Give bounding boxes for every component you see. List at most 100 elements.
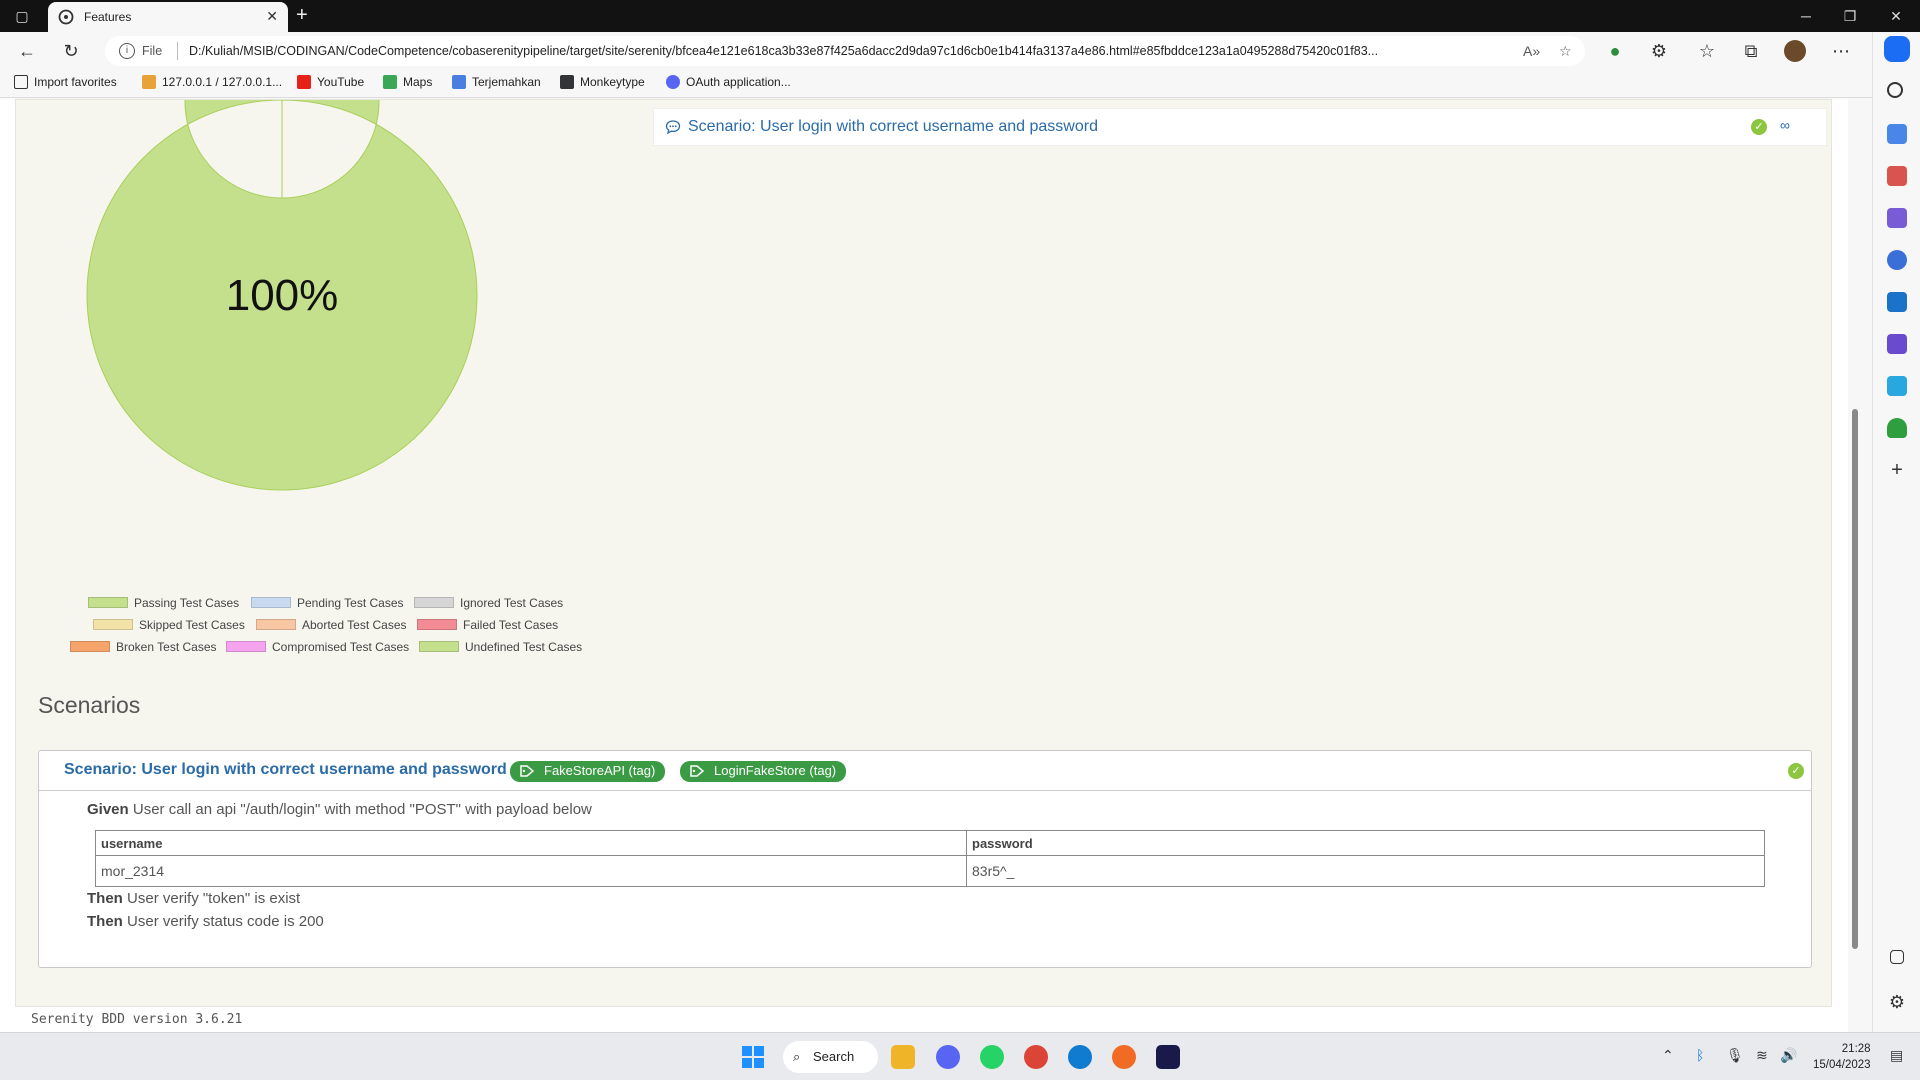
tag-icon	[690, 765, 704, 777]
bookmark-monkeytype[interactable]: Monkeytype	[560, 75, 645, 89]
page-scrollbar[interactable]	[1848, 99, 1862, 1032]
file-explorer-icon[interactable]	[891, 1045, 915, 1069]
settings-gear-icon[interactable]: ⚙	[1887, 992, 1907, 1012]
add-favorite-icon[interactable]: ☆	[1559, 43, 1572, 60]
scenario-list-item[interactable]: Scenario: User login with correct userna…	[653, 108, 1827, 146]
legend-swatch	[93, 619, 133, 630]
outlook-icon[interactable]	[1887, 292, 1907, 312]
pie-percent-label: 100%	[226, 271, 339, 320]
features-panel: Scenario: User login with correct userna…	[15, 99, 1832, 1007]
url-text[interactable]: D:/Kuliah/MSIB/CODINGAN/CodeCompetence/c…	[189, 44, 1514, 58]
legend-compromised: Compromised Test Cases	[226, 640, 409, 654]
wifi-icon[interactable]: ≋	[1756, 1047, 1768, 1064]
tree-icon[interactable]	[1887, 418, 1907, 438]
clock-time: 21:28	[1841, 1043, 1871, 1055]
bluetooth-icon[interactable]: ᛒ	[1696, 1047, 1704, 1063]
edge-sidebar: + ⚙	[1872, 32, 1920, 1032]
legend-undefined: Undefined Test Cases	[419, 640, 582, 654]
legend-ignored: Ignored Test Cases	[414, 596, 563, 610]
table-row: mor_2314 83r5^_	[95, 855, 1765, 887]
scenario-card-header[interactable]: Scenario: User login with correct userna…	[39, 751, 1811, 791]
link-icon[interactable]: ∞	[1780, 117, 1790, 133]
scenario-link[interactable]: Scenario: User login with correct userna…	[688, 118, 1098, 136]
intellij-icon[interactable]	[1156, 1045, 1180, 1069]
youtube-icon	[297, 75, 311, 89]
step-keyword: Then	[87, 890, 123, 907]
windows-logo-icon	[742, 1046, 764, 1068]
notifications-icon[interactable]: ▤	[1890, 1047, 1903, 1064]
extension-icon[interactable]: ●	[1604, 40, 1626, 62]
microsoft365-icon[interactable]	[1887, 250, 1907, 270]
shopping-icon[interactable]	[1887, 124, 1907, 144]
bookmark-oauth[interactable]: OAuth application...	[666, 75, 791, 89]
chrome-icon[interactable]	[1024, 1045, 1048, 1069]
url-scheme: File	[142, 44, 163, 58]
search-icon[interactable]	[1887, 82, 1903, 98]
bookmark-terjemahkan[interactable]: Terjemahkan	[452, 75, 541, 89]
legend-broken: Broken Test Cases	[70, 640, 217, 654]
refresh-icon[interactable]: ↻	[60, 40, 82, 62]
tag-icon	[520, 765, 534, 777]
info-icon[interactable]: i	[119, 43, 135, 59]
tab-actions-icon[interactable]: ▢	[10, 0, 34, 32]
start-windows-icon[interactable]	[741, 1045, 765, 1069]
edge-icon[interactable]	[1068, 1045, 1092, 1069]
bookmarks-bar: Import favorites 127.0.0.1 / 127.0.0.1..…	[0, 70, 1880, 98]
bookmark-phpmyadmin[interactable]: 127.0.0.1 / 127.0.0.1...	[142, 75, 282, 89]
import-icon	[14, 75, 28, 89]
profile-avatar[interactable]	[1784, 40, 1806, 62]
search-icon: ⌕	[793, 1049, 801, 1064]
volume-icon[interactable]: 🔊	[1780, 1047, 1797, 1064]
postman-icon[interactable]	[1112, 1045, 1136, 1069]
tab-title: Features	[84, 10, 132, 24]
bookmark-import-favorites[interactable]: Import favorites	[14, 75, 117, 89]
clock-date: 15/04/2023	[1813, 1059, 1871, 1071]
scenario-title[interactable]: Scenario: User login with correct userna…	[64, 761, 507, 779]
close-window-icon[interactable]: ✕	[1884, 0, 1908, 32]
back-icon[interactable]: ←	[16, 40, 38, 62]
address-toolbar: ← ↻ i File D:/Kuliah/MSIB/CODINGAN/CodeC…	[0, 32, 1880, 70]
legend-skipped: Skipped Test Cases	[93, 618, 245, 632]
collections-icon[interactable]: ⧉	[1740, 40, 1762, 62]
system-clock[interactable]: 21:28 15/04/2023	[1813, 1041, 1871, 1073]
whatsapp-icon[interactable]	[980, 1045, 1004, 1069]
address-bar[interactable]: i File D:/Kuliah/MSIB/CODINGAN/CodeCompe…	[105, 36, 1585, 66]
report-page: Scenario: User login with correct userna…	[0, 99, 1848, 1032]
serenity-version: Serenity BDD version 3.6.21	[31, 1012, 243, 1027]
table-header-row: username password	[95, 830, 1765, 856]
tray-overflow-icon[interactable]: ⌃	[1662, 1047, 1674, 1064]
windows-taskbar: ⌕ Search ⌃ ᛒ 🎙 ≋ 🔊 21:28 15/04/2023 ▤	[0, 1032, 1920, 1080]
step-text: User verify status code is 200	[127, 913, 324, 930]
legend-swatch	[414, 597, 454, 608]
restore-icon[interactable]: ❐	[1838, 0, 1862, 32]
microphone-icon[interactable]: 🎙	[1726, 1047, 1744, 1064]
tools-icon[interactable]	[1887, 166, 1907, 186]
sidebar-toggle-icon[interactable]	[1890, 950, 1904, 964]
legend-swatch	[70, 641, 110, 652]
add-sidebar-icon[interactable]: +	[1887, 460, 1907, 480]
monkeytype-icon	[560, 75, 574, 89]
minimize-icon[interactable]: ─	[1794, 0, 1818, 32]
scrollbar-thumb[interactable]	[1852, 409, 1858, 949]
favorites-icon[interactable]: ☆	[1696, 40, 1718, 62]
close-tab-icon[interactable]: ✕	[266, 8, 278, 25]
new-tab-button[interactable]: +	[296, 4, 308, 27]
step-keyword: Given	[87, 801, 129, 818]
bing-chat-icon[interactable]	[1884, 36, 1910, 62]
tag-fakestoreapi[interactable]: FakeStoreAPI (tag)	[510, 761, 666, 782]
games-icon[interactable]	[1887, 208, 1907, 228]
read-aloud-icon[interactable]: A»	[1523, 43, 1540, 59]
tag-loginfakestore[interactable]: LoginFakeStore (tag)	[680, 761, 847, 782]
legend-passing: Passing Test Cases	[88, 596, 239, 610]
more-menu-icon[interactable]: ⋯	[1830, 40, 1852, 62]
tab-features[interactable]: Features ✕	[48, 2, 288, 32]
send-icon[interactable]	[1887, 376, 1907, 396]
discord-icon	[666, 75, 680, 89]
taskbar-search[interactable]: ⌕ Search	[783, 1041, 878, 1073]
bookmark-maps[interactable]: Maps	[383, 75, 432, 89]
discord-icon[interactable]	[936, 1045, 960, 1069]
extensions-puzzle-icon[interactable]: ⚙	[1648, 40, 1670, 62]
legend-swatch	[251, 597, 291, 608]
bookmark-youtube[interactable]: YouTube	[297, 75, 364, 89]
designer-icon[interactable]	[1887, 334, 1907, 354]
